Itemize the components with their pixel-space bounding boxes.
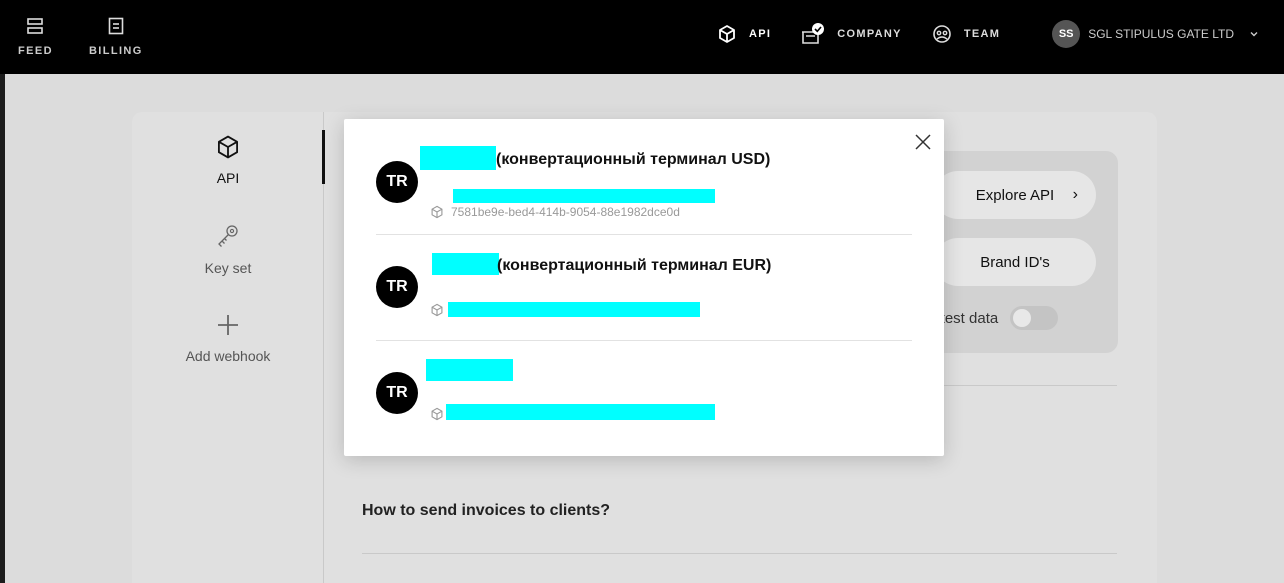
sidebar-item-api[interactable]: API bbox=[132, 134, 324, 186]
terminal-name: (конвертационный терминал EUR) bbox=[497, 257, 772, 274]
redacted-terminal-id bbox=[448, 302, 700, 317]
test-data-row: v test data bbox=[929, 306, 1059, 330]
redacted-terminal-name bbox=[420, 146, 496, 170]
cube-icon bbox=[431, 205, 443, 219]
terminal-item-usd[interactable]: TR (конвертационный терминал USD) 7581be… bbox=[376, 129, 912, 235]
nav-billing-label: BILLING bbox=[88, 45, 143, 57]
redacted-terminal-name bbox=[432, 253, 499, 275]
nav-billing[interactable]: BILLING bbox=[71, 0, 161, 74]
terminal-avatar: TR bbox=[376, 372, 418, 414]
close-icon[interactable] bbox=[912, 131, 934, 153]
explore-api-button[interactable]: Explore API › bbox=[934, 171, 1096, 219]
account-menu[interactable]: SS SGL STIPULUS GATE LTD bbox=[1052, 20, 1260, 48]
nav-company-label: COMPANY bbox=[837, 28, 902, 40]
cube-icon bbox=[217, 135, 239, 159]
nav-team[interactable]: TEAM bbox=[932, 24, 1000, 44]
sidebar-item-label: Key set bbox=[204, 260, 252, 276]
chevron-right-icon: › bbox=[1072, 186, 1078, 203]
test-data-toggle[interactable] bbox=[1010, 306, 1059, 330]
redacted-terminal-id bbox=[446, 404, 715, 420]
terminal-item-3[interactable]: TR bbox=[376, 341, 912, 447]
sidebar-item-label: Add webhook bbox=[185, 348, 271, 364]
nav-team-label: TEAM bbox=[963, 28, 1001, 40]
card-sidebar: API Key set Add webhook bbox=[132, 112, 325, 583]
faq-question-invoices[interactable]: How to send invoices to clients? bbox=[362, 502, 610, 520]
top-nav-bar: FEED BILLING API COMPANY TEAM SS SGL STI… bbox=[0, 0, 1284, 74]
company-verified-icon bbox=[802, 23, 825, 44]
terminal-name: (конвертационный терминал USD) bbox=[496, 151, 771, 168]
terminal-avatar: TR bbox=[376, 266, 418, 308]
feed-icon bbox=[27, 18, 44, 34]
plus-icon bbox=[218, 315, 238, 335]
cube-icon bbox=[719, 25, 735, 43]
sidebar-item-key-set[interactable]: Key set bbox=[132, 222, 324, 276]
top-nav-right: API COMPANY TEAM SS SGL STIPULUS GATE LT… bbox=[717, 0, 1260, 68]
explore-api-label: Explore API bbox=[975, 186, 1055, 204]
sidebar-item-add-webhook[interactable]: Add webhook bbox=[132, 312, 324, 364]
window-edge bbox=[0, 74, 5, 583]
team-icon bbox=[933, 25, 951, 43]
terminal-item-eur[interactable]: TR (конвертационный терминал EUR) bbox=[376, 235, 912, 341]
redacted-terminal-name bbox=[426, 359, 513, 381]
terminal-avatar: TR bbox=[376, 161, 418, 203]
terminal-id: 7581be9e-bed4-414b-9054-88e1982dce0d bbox=[451, 205, 680, 219]
chevron-down-icon bbox=[1250, 32, 1258, 37]
avatar: SS bbox=[1052, 20, 1081, 48]
nav-company[interactable]: COMPANY bbox=[801, 23, 902, 45]
redacted-terminal-id bbox=[453, 189, 715, 203]
cube-icon bbox=[431, 303, 443, 317]
sidebar-active-indicator bbox=[322, 130, 325, 184]
brand-ids-label: Brand ID's bbox=[980, 253, 1050, 271]
nav-feed-label: FEED bbox=[18, 45, 53, 57]
sidebar-item-label: API bbox=[216, 170, 240, 186]
cube-icon bbox=[431, 407, 443, 421]
nav-api[interactable]: API bbox=[717, 24, 771, 44]
brand-ids-button[interactable]: Brand ID's bbox=[934, 238, 1096, 286]
nav-api-label: API bbox=[749, 28, 772, 40]
nav-feed[interactable]: FEED bbox=[0, 0, 71, 74]
faq-divider bbox=[362, 553, 1117, 554]
terminal-select-modal: TR (конвертационный терминал USD) 7581be… bbox=[344, 119, 944, 456]
key-icon bbox=[218, 225, 238, 247]
top-nav-left: FEED BILLING bbox=[0, 0, 161, 74]
account-company-name: SGL STIPULUS GATE LTD bbox=[1088, 27, 1234, 41]
billing-icon bbox=[108, 17, 124, 35]
